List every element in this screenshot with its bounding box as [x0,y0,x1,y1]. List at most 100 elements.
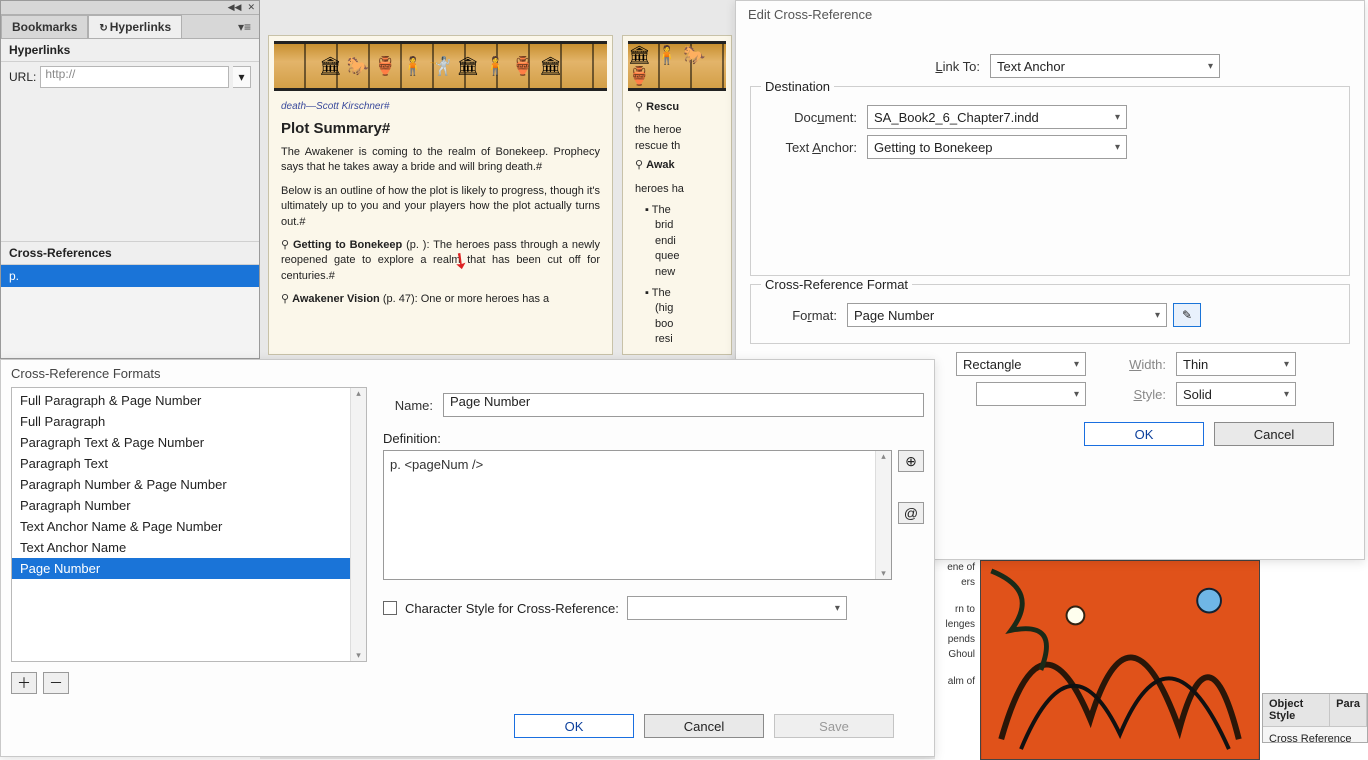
right-line: heroes ha [635,182,719,197]
object-style-row[interactable]: Cross Reference Tex [1263,727,1367,743]
paragraph-2: Below is an outline of how the plot is l… [281,184,600,230]
hyperlinks-tab-icon: ↻ [99,23,107,34]
document-select[interactable]: SA_Book2_6_Chapter7.indd▾ [867,105,1127,129]
chevron-down-icon: ▾ [238,70,244,84]
right-rescue-line: ⚲ Rescu [635,100,719,115]
cross-reference-format-fieldset: Cross-Reference Format Format: Page Numb… [750,284,1350,344]
url-label: URL: [9,70,36,84]
width-select[interactable]: Thin▾ [1176,352,1296,376]
format-select[interactable]: Page Number▾ [847,303,1167,327]
document-label: Document: [757,110,867,125]
panel-top-strip: ◀◀ ✕ [1,1,259,15]
url-input[interactable]: http:// [40,66,229,88]
format-list-item[interactable]: Full Paragraph [12,411,366,432]
hyperlinks-section-header: Hyperlinks [1,39,259,62]
page-right: 🏛 🧍 🐎 🏺 ⚲ Rescu the heroe rescue th ⚲ Aw… [622,35,732,355]
definition-textarea[interactable]: p. <pageNum /> ▴▾ [383,450,892,580]
save-button[interactable]: Save [774,714,894,738]
tab-object-style[interactable]: Object Style [1263,694,1330,726]
right-sub: ▪ The [645,203,719,218]
minus-icon: － [49,673,63,693]
add-format-button[interactable]: ＋ [11,672,37,694]
cancel-button[interactable]: Cancel [644,714,764,738]
cross-references-list: p. [1,265,259,287]
destination-legend: Destination [761,79,834,94]
chevron-down-icon: ▾ [1284,359,1289,370]
right-sub: boo [645,317,719,332]
format-label: Format: [757,308,847,323]
plot-summary-heading: Plot Summary# [281,118,600,139]
ok-button[interactable]: OK [514,714,634,738]
cross-references-section-header: Cross-References [1,242,259,265]
width-label: Width: [1086,357,1176,372]
cross-reference-formats-dialog: Cross-Reference Formats Full Paragraph &… [0,359,935,757]
blank-select-1[interactable]: ▾ [976,382,1086,406]
right-sub: ▪ The [645,286,719,301]
char-style-label: Character Style for Cross-Reference: [405,601,619,616]
format-list-item[interactable]: Paragraph Text & Page Number [12,432,366,453]
format-list-item[interactable]: Full Paragraph & Page Number [12,390,366,411]
chevron-down-icon: ▾ [1115,142,1120,153]
format-list-item[interactable]: Text Anchor Name & Page Number [12,516,366,537]
tab-para[interactable]: Para [1330,694,1367,726]
right-sub: resi [645,332,719,347]
page-illustration [980,560,1260,760]
right-sub: (hig [645,301,719,316]
definition-label: Definition: [383,431,924,446]
page-left: 🏛 🐎 🏺 🧍 🤺 🏛 🧍 🏺 🏛 death—Scott Kirschner#… [268,35,613,355]
edit-format-button[interactable]: ✎ [1173,303,1201,327]
tab-hyperlinks[interactable]: ↻Hyperlinks [88,15,182,38]
chevron-down-icon: ▾ [1074,359,1079,370]
remove-format-button[interactable]: － [43,672,69,694]
right-sub: brid [645,218,719,233]
scrollbar[interactable]: ▴▾ [875,451,891,579]
char-style-select[interactable]: ▾ [627,596,847,620]
format-list: Full Paragraph & Page NumberFull Paragra… [11,387,367,662]
right-sub: quee [645,249,719,264]
url-dropdown-button[interactable]: ▾ [233,66,251,88]
close-panel-icon[interactable]: ✕ [247,2,255,13]
chevron-down-icon: ▾ [1115,112,1120,123]
format-list-item[interactable]: Paragraph Number [12,495,366,516]
hyperlinks-panel: ◀◀ ✕ Bookmarks ↻Hyperlinks ▾≡ Hyperlinks… [0,0,260,359]
cancel-button[interactable]: Cancel [1214,422,1334,446]
dialog-title: Edit Cross-Reference [736,1,1364,28]
link-to-select[interactable]: Text Anchor▾ [990,54,1220,78]
paragraph-1: The Awakener is coming to the realm of B… [281,145,600,176]
plus-icon: ＋ [17,673,31,693]
format-list-item[interactable]: Page Number [12,558,366,579]
at-icon: @ [904,505,918,521]
insert-special-char-button[interactable]: @ [898,502,924,524]
right-line: rescue th [635,139,719,154]
collapse-icon[interactable]: ◀◀ [228,2,242,13]
dialog-title: Cross-Reference Formats [1,360,934,387]
panel-flyout-menu-icon[interactable]: ▾≡ [230,16,259,38]
name-input[interactable]: Page Number [443,393,924,417]
format-list-item[interactable]: Paragraph Text [12,453,366,474]
ok-button[interactable]: OK [1084,422,1204,446]
right-sub: endi [645,234,719,249]
tab-bookmarks[interactable]: Bookmarks [1,15,88,38]
shape-select[interactable]: Rectangle▾ [956,352,1086,376]
pencil-icon: ✎ [1182,308,1192,322]
bullet-awakener-vision: ⚲ Awakener Vision (p. 47): One or more h… [281,292,600,307]
char-style-checkbox[interactable] [383,601,397,615]
text-anchor-select[interactable]: Getting to Bonekeep▾ [867,135,1127,159]
insert-building-block-button[interactable]: ⊕ [898,450,924,472]
right-sub: new [645,265,719,280]
chevron-down-icon: ▾ [1208,61,1213,72]
style-select[interactable]: Solid▾ [1176,382,1296,406]
format-list-item[interactable]: Text Anchor Name [12,537,366,558]
format-list-item[interactable]: Paragraph Number & Page Number [12,474,366,495]
frieze-ornament-left: 🏛 🐎 🏺 🧍 🤺 🏛 🧍 🏺 🏛 [274,41,607,91]
hyperlinks-empty-area [1,92,259,242]
scrollbar[interactable]: ▴▾ [350,388,366,661]
author-line: death—Scott Kirschner# [281,100,600,114]
cross-reference-item[interactable]: p. [1,265,259,287]
object-styles-panel: Object Style Para Cross Reference Tex [1262,693,1368,743]
style-label: Style: [1086,387,1176,402]
link-to-label: Link To: [880,59,990,74]
chevron-down-icon: ▾ [1155,310,1160,321]
plus-block-icon: ⊕ [905,453,917,470]
destination-fieldset: Destination Document: SA_Book2_6_Chapter… [750,86,1350,276]
